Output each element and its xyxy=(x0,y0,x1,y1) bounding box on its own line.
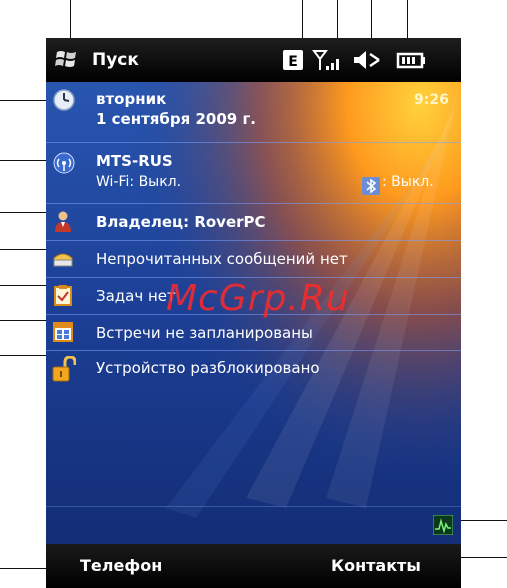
callout-line-messages xyxy=(0,249,50,250)
callout-line-owner xyxy=(0,212,50,213)
bluetooth-status: : Выкл. xyxy=(382,174,434,190)
signal-strength-icon[interactable] xyxy=(312,48,344,72)
tasks-clipboard-icon xyxy=(54,285,72,306)
operator-name: MTS-RUS xyxy=(96,152,173,170)
separator xyxy=(46,506,461,507)
phone-softkey[interactable]: Телефон xyxy=(80,556,162,575)
full-date: 1 сентября 2009 г. xyxy=(96,110,256,128)
callout-line-right-softkey xyxy=(458,557,507,558)
callout-line-start xyxy=(70,0,71,38)
calendar-icon xyxy=(53,322,73,342)
day-of-week: вторник xyxy=(96,90,167,108)
figure-frame: Пуск E вторник 1 сентября 2009 г. 9:26 M… xyxy=(0,0,507,588)
messages-status: Непрочитанных сообщений нет xyxy=(96,250,348,268)
contacts-softkey[interactable]: Контакты xyxy=(331,556,421,575)
unlocked-padlock-icon xyxy=(52,356,76,382)
battery-icon[interactable] xyxy=(396,48,426,72)
date-row[interactable]: вторник 1 сентября 2009 г. xyxy=(46,82,461,142)
clock-time: 9:26 xyxy=(414,92,449,108)
volume-muted-icon[interactable] xyxy=(351,48,381,72)
messages-row[interactable]: Непрочитанных сообщений нет xyxy=(46,241,461,277)
callout-line-calendar xyxy=(0,320,50,321)
edge-data-icon: E xyxy=(283,50,303,70)
tasks-status: Задач нет xyxy=(96,287,176,305)
owner-label: Владелец: RoverPC xyxy=(96,213,266,231)
watermark: McGrp.Ru xyxy=(166,278,350,319)
title-bar: Пуск E xyxy=(46,38,461,82)
callout-line-tasks xyxy=(0,285,50,286)
lock-status: Устройство разблокировано xyxy=(96,359,320,377)
owner-row[interactable]: Владелец: RoverPC xyxy=(46,204,461,240)
start-title[interactable]: Пуск xyxy=(92,50,139,70)
svg-text:E: E xyxy=(288,54,298,70)
callout-line-signal xyxy=(337,0,338,38)
softkey-bar: Телефон Контакты xyxy=(46,544,461,588)
callout-line-lock xyxy=(0,355,50,356)
callout-line-battery xyxy=(407,0,408,38)
callout-line-volume xyxy=(371,0,372,38)
clock-icon xyxy=(53,89,75,111)
owner-person-icon xyxy=(55,211,71,232)
bluetooth-icon[interactable] xyxy=(362,177,380,195)
callout-line-activity xyxy=(458,520,507,521)
network-row[interactable]: MTS-RUS Wi-Fi: Выкл. : Выкл. xyxy=(46,143,461,203)
callout-line-left-softkey xyxy=(0,568,50,569)
wireless-antenna-icon xyxy=(53,152,75,174)
windows-flag-icon[interactable] xyxy=(54,48,78,70)
callout-line-edge xyxy=(302,0,303,38)
callout-line-network xyxy=(0,160,50,161)
calendar-row[interactable]: Встречи не запланированы xyxy=(46,315,461,351)
messages-inbox-icon xyxy=(53,253,73,267)
wifi-status[interactable]: Wi-Fi: Выкл. xyxy=(96,174,181,190)
callout-line-date xyxy=(0,100,50,101)
calendar-status: Встречи не запланированы xyxy=(96,324,313,342)
activity-monitor-icon[interactable] xyxy=(433,515,453,535)
lock-row[interactable]: Устройство разблокировано xyxy=(46,351,461,387)
device-screen: Пуск E вторник 1 сентября 2009 г. 9:26 M… xyxy=(46,38,461,588)
